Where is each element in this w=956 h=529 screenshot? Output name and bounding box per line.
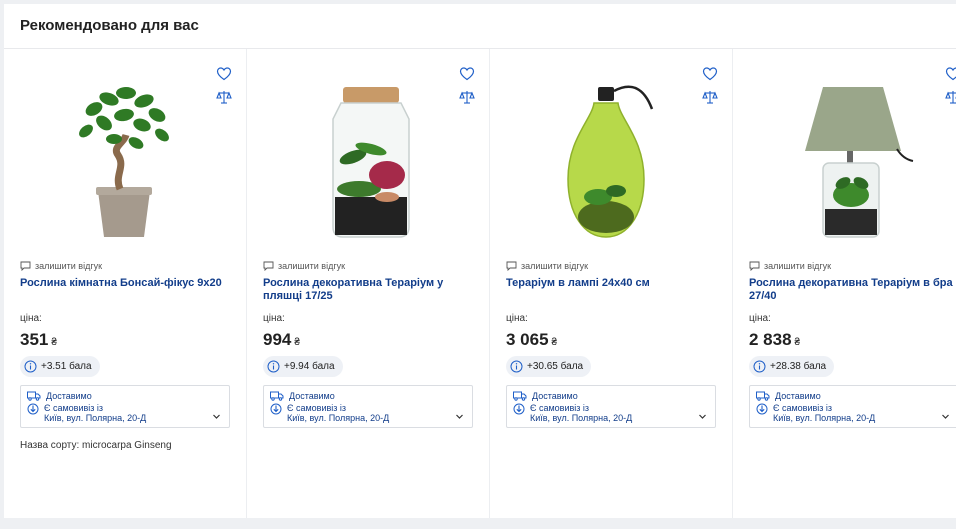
delivery-box[interactable]: Доставимо Є самовивіз із Київ, вул. Поляр… [749, 385, 956, 428]
product-image-terrarium-lamp[interactable] [783, 79, 923, 244]
price-value: 3 065 [506, 330, 549, 349]
chevron-down-icon[interactable] [212, 412, 221, 421]
truck-icon [513, 391, 527, 401]
section-title: Рекомендовано для вас [20, 17, 199, 34]
currency: ₴ [51, 337, 57, 348]
product-title[interactable]: Тераріум в лампі 24x40 см [506, 277, 716, 290]
truck-icon [756, 391, 770, 401]
pickup-label: Є самовивіз із [773, 403, 833, 413]
bonus-value: +9.94 бала [284, 361, 335, 372]
price: 351 ₴ [20, 330, 57, 350]
price-label: ціна: [20, 313, 42, 324]
leave-review-link[interactable]: залишити відгук [749, 261, 831, 271]
product-title[interactable]: Рослина декоративна Тераріум у пляшці 17… [263, 277, 473, 302]
delivery-label: Доставимо [532, 391, 578, 401]
heart-icon[interactable] [945, 66, 956, 82]
recommendations-panel: Рекомендовано для вас залишити відгук Ро… [4, 4, 956, 518]
review-label: залишити відгук [35, 261, 103, 271]
truck-icon [270, 391, 284, 401]
delivery-box[interactable]: Доставимо Є самовивіз із Київ, вул. Поляр… [263, 385, 473, 428]
compare-icon[interactable] [216, 89, 232, 105]
heart-icon[interactable] [216, 66, 232, 82]
review-label: залишити відгук [278, 261, 346, 271]
info-icon [24, 360, 37, 373]
price: 2 838 ₴ [749, 330, 800, 350]
product-card[interactable]: залишити відгук Рослина декоративна Тера… [733, 49, 956, 518]
pickup-address: Київ, вул. Полярна, 20-Д [44, 413, 147, 423]
price: 3 065 ₴ [506, 330, 557, 350]
bonus-value: +28.38 бала [770, 361, 827, 372]
compare-icon[interactable] [702, 89, 718, 105]
product-image-terrarium-jar[interactable] [297, 79, 437, 244]
info-icon [267, 360, 280, 373]
currency: ₴ [294, 337, 300, 348]
compare-icon[interactable] [945, 89, 956, 105]
variety-text: Назва сорту: microcarpa Ginseng [20, 440, 172, 451]
bonus-badge: +9.94 бала [263, 356, 343, 377]
product-title[interactable]: Рослина кімнатна Бонсай-фікус 9x20 [20, 277, 230, 290]
heart-icon[interactable] [459, 66, 475, 82]
delivery-label: Доставимо [289, 391, 335, 401]
pickup-label: Є самовивіз із [44, 403, 104, 413]
comment-icon [506, 261, 517, 271]
leave-review-link[interactable]: залишити відгук [263, 261, 345, 271]
compare-icon[interactable] [459, 89, 475, 105]
pickup-address: Київ, вул. Полярна, 20-Д [287, 413, 390, 423]
review-label: залишити відгук [521, 261, 589, 271]
comment-icon [263, 261, 274, 271]
price: 994 ₴ [263, 330, 300, 350]
product-card[interactable]: залишити відгук Рослина декоративна Тера… [247, 49, 490, 518]
comment-icon [749, 261, 760, 271]
pickup-address: Київ, вул. Полярна, 20-Д [773, 413, 876, 423]
price-label: ціна: [506, 313, 528, 324]
price-value: 351 [20, 330, 49, 349]
review-label: залишити відгук [764, 261, 832, 271]
product-title[interactable]: Рослина декоративна Тераріум в бра 27/40 [749, 277, 956, 302]
bonus-value: +30.65 бала [527, 361, 584, 372]
bonus-badge: +30.65 бала [506, 356, 592, 377]
pickup-icon [756, 403, 768, 415]
delivery-label: Доставимо [775, 391, 821, 401]
product-image-bonsai[interactable] [54, 79, 194, 244]
bonus-badge: +28.38 бала [749, 356, 835, 377]
product-image-terrarium-bulb[interactable] [540, 79, 680, 244]
info-icon [510, 360, 523, 373]
pickup-icon [513, 403, 525, 415]
product-card[interactable]: залишити відгук Рослина кімнатна Бонсай-… [4, 49, 247, 518]
leave-review-link[interactable]: залишити відгук [20, 261, 102, 271]
pickup-icon [27, 403, 39, 415]
chevron-down-icon[interactable] [455, 412, 464, 421]
product-card[interactable]: залишити відгук Тераріум в лампі 24x40 с… [490, 49, 733, 518]
delivery-box[interactable]: Доставимо Є самовивіз із Київ, вул. Поляр… [20, 385, 230, 428]
heart-icon[interactable] [702, 66, 718, 82]
bonus-badge: +3.51 бала [20, 356, 100, 377]
comment-icon [20, 261, 31, 271]
chevron-down-icon[interactable] [941, 412, 950, 421]
delivery-label: Доставимо [46, 391, 92, 401]
price-value: 2 838 [749, 330, 792, 349]
bonus-value: +3.51 бала [41, 361, 92, 372]
price-label: ціна: [263, 313, 285, 324]
currency: ₴ [551, 337, 558, 348]
pickup-label: Є самовивіз із [287, 403, 347, 413]
chevron-down-icon[interactable] [698, 412, 707, 421]
price-value: 994 [263, 330, 292, 349]
pickup-label: Є самовивіз із [530, 403, 590, 413]
currency: ₴ [794, 337, 801, 348]
pickup-icon [270, 403, 282, 415]
price-label: ціна: [749, 313, 771, 324]
pickup-address: Київ, вул. Полярна, 20-Д [530, 413, 633, 423]
delivery-box[interactable]: Доставимо Є самовивіз із Київ, вул. Поляр… [506, 385, 716, 428]
info-icon [753, 360, 766, 373]
leave-review-link[interactable]: залишити відгук [506, 261, 588, 271]
truck-icon [27, 391, 41, 401]
